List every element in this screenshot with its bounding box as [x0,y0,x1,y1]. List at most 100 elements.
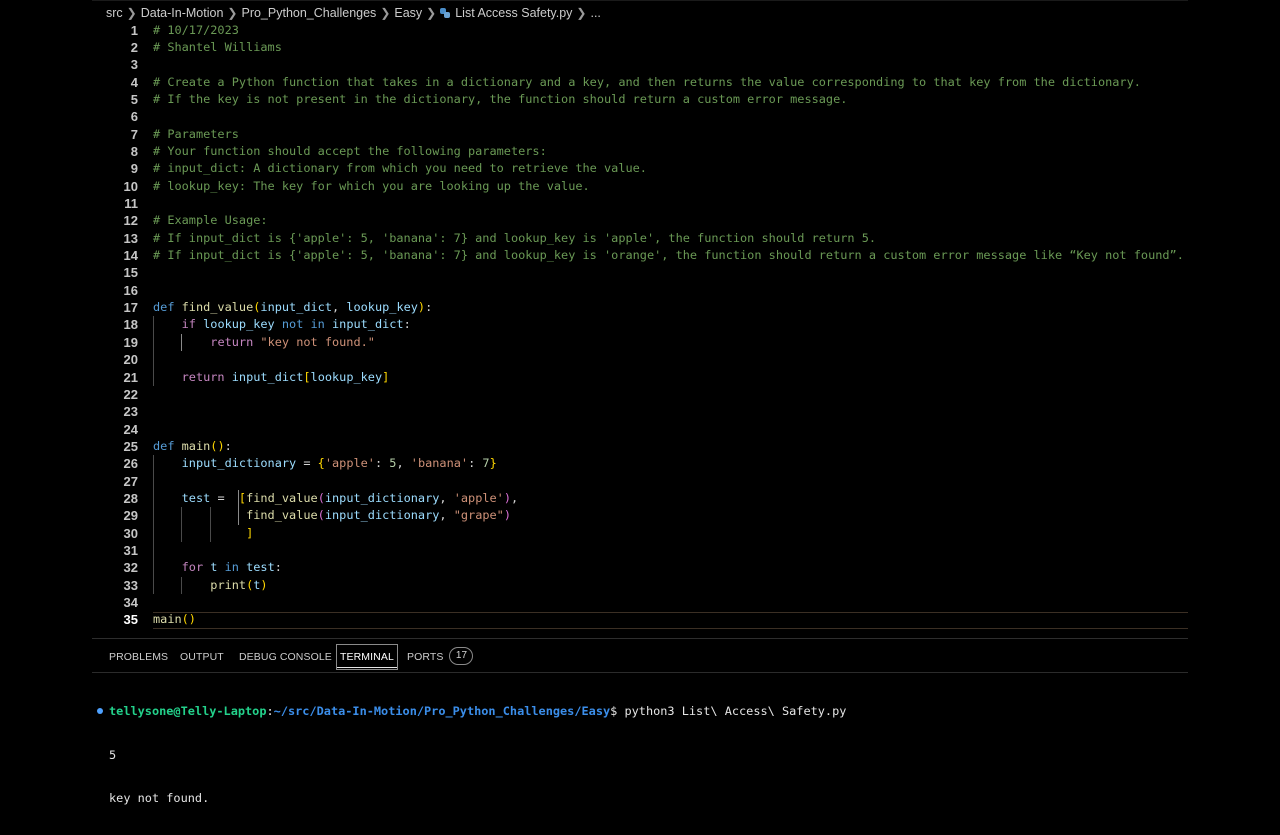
breadcrumb-item-pro-python-challenges[interactable]: Pro_Python_Challenges [241,6,376,20]
tab-problems[interactable]: PROBLEMS [109,644,168,670]
code-line: 20 [92,351,1188,368]
ports-count-badge: 17 [449,647,474,666]
line-number: 20 [123,352,138,368]
code-text: # lookup_key: The key for which you are … [153,178,590,195]
code-token: : [403,317,411,332]
breadcrumb: src ❯ Data-In-Motion ❯ Pro_Python_Challe… [106,3,601,22]
code-line: 3 [92,56,1188,73]
chevron-right-icon: ❯ [227,5,238,20]
line-number: 24 [123,421,138,437]
breadcrumb-item-file[interactable]: List Access Safety.py [455,6,572,20]
tab-ports[interactable]: PORTS 17 [407,644,474,670]
tab-output[interactable]: OUTPUT [180,644,224,670]
code-token: input_dictionary [181,456,297,471]
code-line: 7 # Parameters [92,126,1188,143]
code-line: 33 print(t) [92,577,1188,594]
code-token: : [224,438,232,453]
line-number: 8 [130,143,138,159]
line-number: 25 [123,438,138,454]
code-token: not in [274,317,332,332]
breadcrumb-item-data-in-motion[interactable]: Data-In-Motion [141,6,224,20]
code-text: input_dictionary = {'apple': 5, 'banana'… [153,455,497,472]
line-number: 11 [124,196,138,211]
indent-guide [209,507,211,542]
code-token: find_value [181,300,254,315]
code-token: return [210,334,261,349]
line-number: 13 [123,230,138,246]
code-token: # Shantel Williams [153,39,282,54]
code-token: "grape" [453,508,504,523]
code-text: # If input_dict is {'apple': 5, 'banana'… [153,247,1184,264]
code-line: 12 # Example Usage: [92,212,1188,229]
code-token: main [153,612,182,627]
code-token: input_dictionary [324,490,440,505]
code-line: 31 [92,542,1188,559]
breadcrumb-item-easy[interactable]: Easy [394,6,422,20]
code-token: main [181,438,211,453]
code-token: if [181,317,204,332]
prompt-separator: : [266,704,274,718]
code-token: ] [382,369,390,384]
code-token: for [181,560,211,575]
code-token: def [153,300,182,315]
breadcrumb-item-symbols[interactable]: ... [590,6,600,20]
code-line: 28 test = [find_value(input_dictionary, … [92,490,1188,507]
code-token: 'apple' [453,490,504,505]
code-token: in [217,560,247,575]
code-line: 30 ] [92,525,1188,542]
code-line: 19 return "key not found." [92,334,1188,351]
indent-guide [153,316,154,386]
line-number: 12 [123,213,138,229]
terminal-divider [92,672,1188,673]
code-token: () [210,438,225,453]
code-line: 5 # If the key is not present in the dict… [92,91,1188,108]
code-line: 13 # If input_dict is {'apple': 5, 'banan… [92,230,1188,247]
tab-debug-console[interactable]: DEBUG CONSOLE [239,644,332,670]
code-text: # If input_dict is {'apple': 5, 'banana'… [153,230,876,247]
chevron-right-icon: ❯ [380,5,391,20]
code-token: 7 [482,456,490,471]
tab-terminal[interactable]: TERMINAL [336,644,398,670]
code-token: () [181,612,196,627]
code-token: # input_dict: A dictionary from which yo… [153,161,647,176]
code-token: # Your function should accept the follow… [153,143,547,158]
chevron-right-icon: ❯ [126,5,137,20]
indent-guide [153,455,154,595]
code-line: 34 [92,594,1188,611]
code-line: 8 # Your function should accept the follo… [92,143,1188,160]
line-number: 6 [130,109,138,125]
tab-ports-label: PORTS [407,651,444,663]
line-number: 27 [123,473,138,489]
breadcrumb-item-src[interactable]: src [106,6,123,20]
code-line: 27 [92,473,1188,490]
code-token: # Example Usage: [153,213,268,228]
code-token: : [425,300,433,315]
code-token: # If the key is not present in the dicti… [153,91,848,106]
code-line: 1 # 10/17/2023 [92,22,1188,39]
code-token: input_dict [332,317,404,332]
chevron-right-icon: ❯ [426,5,437,20]
code-token: ( [317,508,325,523]
code-token: lookup_key [346,300,418,315]
code-line: 16 [92,282,1188,299]
terminal-output[interactable]: tellysone@Telly-Laptop:~/src/Data-In-Mot… [97,675,1188,835]
code-token: , [439,508,454,523]
code-editor[interactable]: 1 # 10/17/2023 2 # Shantel Williams 3 4 # Crea… [92,21,1188,631]
command-status-icon [97,708,103,714]
line-number: 3 [130,57,138,73]
code-text: # Your function should accept the follow… [153,143,547,160]
code-token: input_dict [231,369,304,384]
code-token: ] [246,525,254,540]
indent-guide [181,507,183,542]
terminal-command-line: tellysone@Telly-Laptop:~/src/Data-In-Mot… [97,704,1188,719]
code-line: 29 find_value(input_dictionary, "grape") [92,507,1188,524]
code-token: , [439,490,454,505]
code-token: 'banana' [410,456,469,471]
line-number: 30 [123,525,138,541]
code-token: find_value [246,508,318,523]
